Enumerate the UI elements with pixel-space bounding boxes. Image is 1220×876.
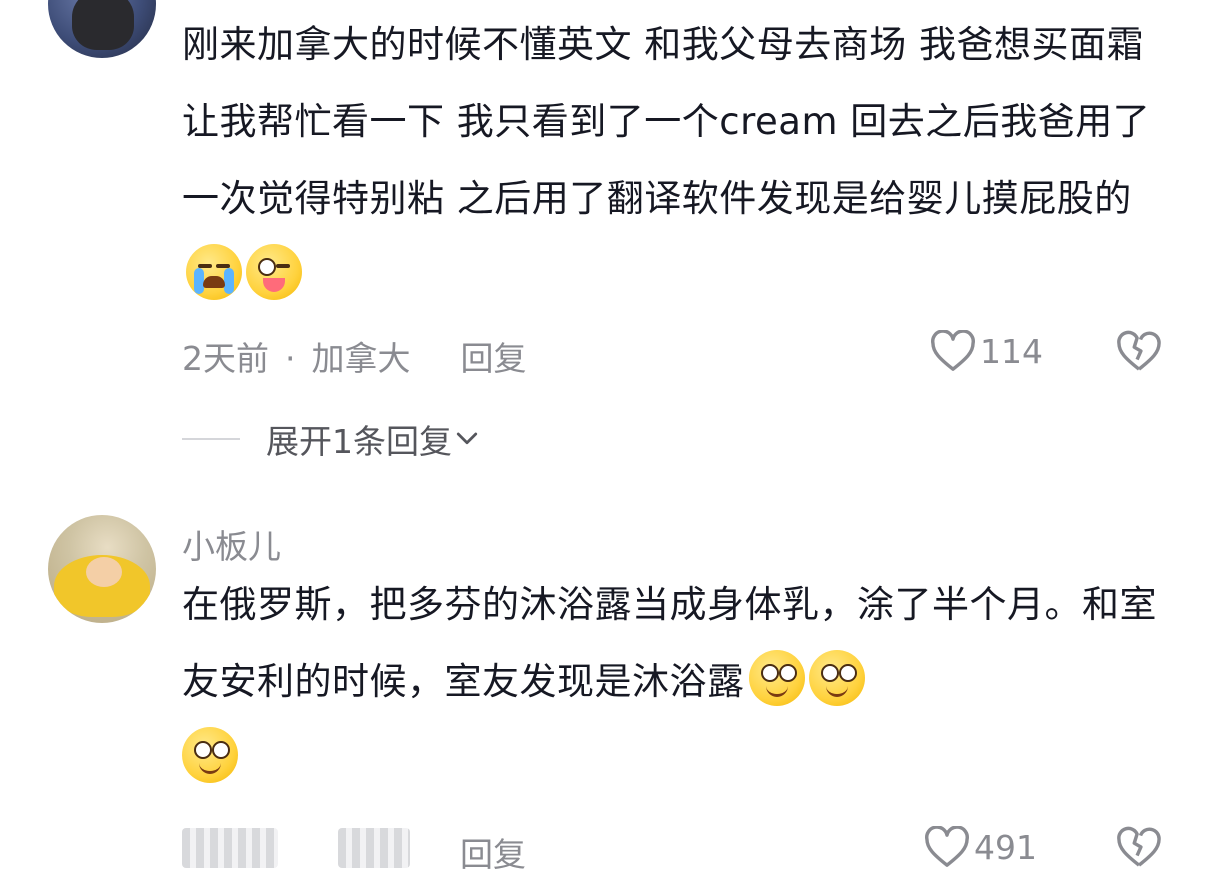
avatar[interactable] [48, 0, 156, 58]
dislike-button[interactable] [1116, 826, 1162, 872]
like-count: 491 [974, 827, 1037, 867]
broken-heart-icon [1117, 826, 1161, 867]
redacted-meta [338, 828, 410, 868]
dazed-face-emoji [182, 727, 238, 783]
reply-button[interactable]: 回复 [461, 332, 527, 380]
username[interactable]: 小板儿 [182, 520, 281, 568]
redacted-meta [182, 828, 278, 868]
reply-button[interactable]: 回复 [460, 828, 526, 876]
separator-dot: · [285, 339, 296, 378]
dislike-button[interactable] [1116, 330, 1162, 376]
expand-replies-button[interactable]: 展开1条回复 [182, 415, 482, 463]
like-count: 114 [980, 331, 1043, 371]
like-button[interactable]: 114 [930, 330, 1043, 372]
comment-location: 加拿大 [311, 339, 411, 378]
heart-icon [925, 826, 969, 867]
heart-icon [931, 330, 975, 371]
broken-heart-icon [1117, 330, 1161, 371]
winking-face-with-tongue-emoji [246, 244, 302, 300]
comment-text: 在俄罗斯，把多芬的沐浴露当成身体乳，涂了半个月。和室友安利的时候，室友发现是沐浴… [182, 566, 1157, 797]
expand-replies-label: 展开1条回复 [266, 422, 452, 461]
dazed-face-emoji [748, 650, 805, 706]
avatar[interactable] [48, 515, 156, 623]
comment-time: 2天前 [182, 339, 269, 378]
comment-meta: 2天前 · 加拿大 回复 [182, 332, 527, 380]
dazed-face-emoji [808, 650, 865, 706]
chevron-down-icon [456, 432, 478, 445]
like-button[interactable]: 491 [924, 826, 1037, 868]
comment-text: 刚来加拿大的时候不懂英文 和我父母去商场 我爸想买面霜让我帮忙看一下 我只看到了… [182, 6, 1157, 314]
loudly-crying-face-emoji [186, 244, 242, 300]
divider-line [182, 438, 240, 440]
